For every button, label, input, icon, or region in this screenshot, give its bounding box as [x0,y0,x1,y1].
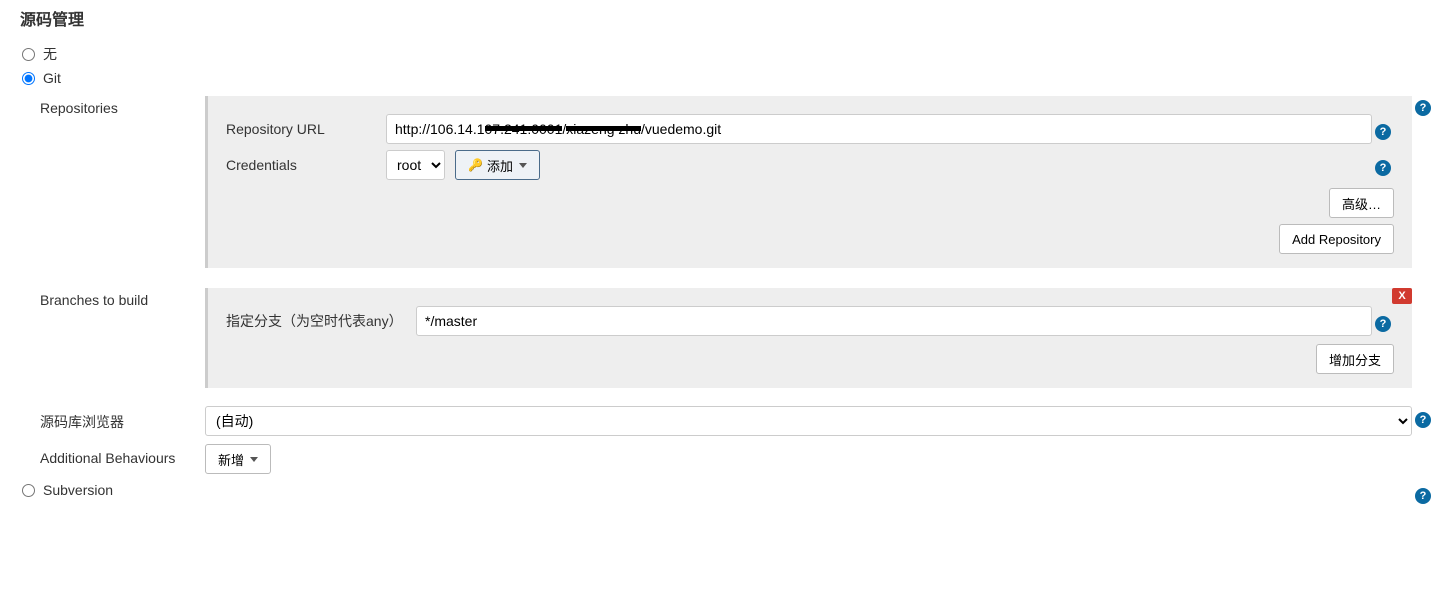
branches-label: Branches to build [40,286,205,308]
scm-radio-subversion[interactable] [22,484,35,497]
repo-browser-row: 源码库浏览器 (自动) ? [40,406,1434,436]
scm-radio-git[interactable] [22,72,35,85]
add-branch-button[interactable]: 增加分支 [1316,344,1394,374]
branches-panel: X 指定分支（为空时代表any） ? 增加分支 [205,288,1412,388]
branch-specifier-label: 指定分支（为空时代表any） [226,311,416,331]
help-icon[interactable]: ? [1375,316,1391,332]
add-behaviour-label: 新增 [218,450,244,469]
repo-url-input[interactable] [386,114,1372,144]
add-repository-button[interactable]: Add Repository [1279,224,1394,254]
section-title-scm: 源码管理 [20,6,1434,30]
repo-url-label: Repository URL [226,121,386,137]
advanced-button[interactable]: 高级… [1329,188,1394,218]
credentials-label: Credentials [226,157,386,173]
delete-branch-button[interactable]: X [1392,288,1412,304]
additional-behaviours-row: Additional Behaviours 新增 [40,444,1434,474]
help-icon[interactable]: ? [1415,100,1431,116]
scm-option-none[interactable]: 无 [20,44,1434,64]
key-icon: 🔑 [468,158,483,172]
add-behaviour-button[interactable]: 新增 [205,444,271,474]
help-icon[interactable]: ? [1415,488,1431,504]
repo-browser-label: 源码库浏览器 [40,406,205,432]
credentials-select[interactable]: root [386,150,445,180]
repositories-panel: Repository URL http://106.14.107.241:000… [205,96,1412,268]
branches-row: Branches to build X 指定分支（为空时代表any） ? 增加分… [40,286,1434,398]
repositories-label: Repositories [40,94,205,116]
repositories-row: Repositories Repository URL http://106.1… [40,94,1434,278]
additional-behaviours-label: Additional Behaviours [40,444,205,466]
add-credentials-label: 添加 [487,156,513,175]
help-icon[interactable]: ? [1375,124,1391,140]
chevron-down-icon [250,457,258,462]
help-icon[interactable]: ? [1415,412,1431,428]
help-icon[interactable]: ? [1375,160,1391,176]
scm-label-none: 无 [43,44,57,64]
scm-radio-none[interactable] [22,48,35,61]
add-credentials-button[interactable]: 🔑 添加 [455,150,540,180]
scm-label-git: Git [43,70,61,86]
branch-specifier-input[interactable] [416,306,1372,336]
scm-option-git[interactable]: Git [20,70,1434,86]
repo-browser-select[interactable]: (自动) [205,406,1412,436]
chevron-down-icon [519,163,527,168]
scm-label-subversion: Subversion [43,482,113,498]
